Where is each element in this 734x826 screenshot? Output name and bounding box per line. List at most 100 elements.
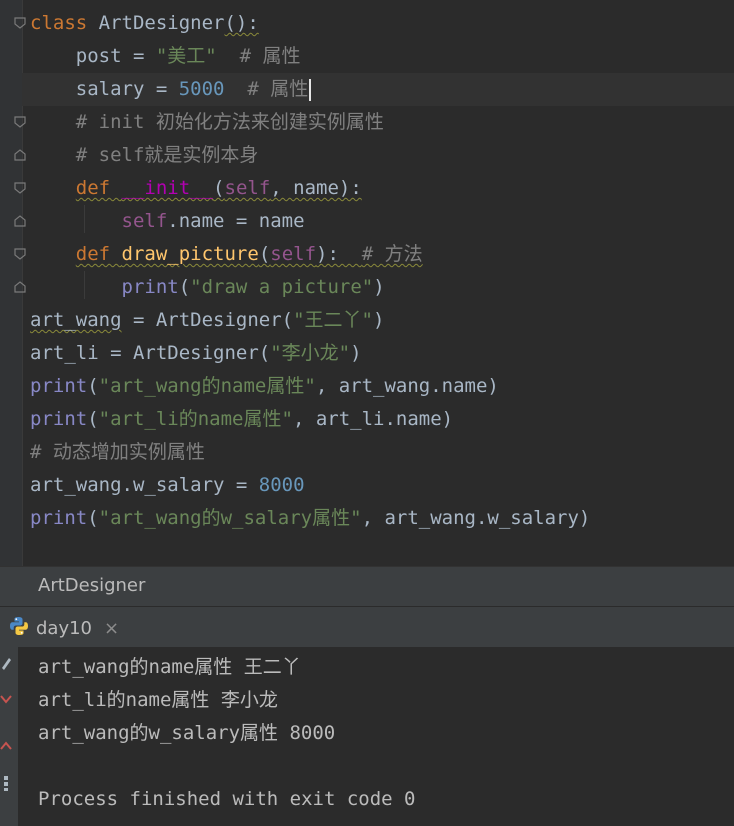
code-token: art_wang xyxy=(30,309,122,331)
code-token: class xyxy=(30,12,99,34)
fold-marker-icon[interactable] xyxy=(14,215,26,227)
code-token: ( xyxy=(258,243,271,265)
breadcrumb[interactable]: ArtDesigner xyxy=(38,575,145,596)
text-caret xyxy=(309,78,312,101)
arrow-icon[interactable] xyxy=(0,737,12,753)
code-token: draw_picture xyxy=(121,243,259,265)
code-token: .name = name xyxy=(167,210,305,232)
code-token: ( xyxy=(178,276,191,298)
code-token: ) xyxy=(373,309,385,331)
code-line[interactable]: print("art_wang的w_salary属性", art_wang.w_… xyxy=(30,502,734,535)
code-token: ) xyxy=(373,276,385,298)
code-token: ( xyxy=(213,177,225,199)
fold-marker-icon[interactable] xyxy=(14,116,26,128)
code-token: self xyxy=(121,210,168,232)
fold-marker-icon[interactable] xyxy=(14,17,26,29)
console-toolbar xyxy=(0,647,18,826)
code-token: (): xyxy=(224,12,259,34)
edit-icon[interactable] xyxy=(0,655,12,671)
code-token: "art_li的name属性" xyxy=(98,408,293,430)
code-token: print xyxy=(121,276,179,298)
code-token: , art_li.name) xyxy=(292,408,454,430)
code-token: "李小龙" xyxy=(270,342,351,364)
close-icon[interactable]: × xyxy=(104,618,119,639)
code-line[interactable]: class ArtDesigner(): xyxy=(30,7,734,40)
console-line: Process finished with exit code 0 xyxy=(38,788,416,810)
code-line[interactable]: print("art_wang的name属性", art_wang.name) xyxy=(30,370,734,403)
code-token: "art_wang的name属性" xyxy=(98,375,316,397)
code-token: 8000 xyxy=(258,474,305,496)
code-token: art_li = ArtDesigner( xyxy=(30,342,271,364)
code-token: "王二丫" xyxy=(293,309,373,331)
code-token: # 属性 xyxy=(216,45,301,67)
code-token: def xyxy=(75,243,122,265)
code-token: self xyxy=(224,177,271,199)
code-token: art_wang.w_salary = xyxy=(30,474,259,496)
code-line[interactable]: art_li = ArtDesigner("李小龙") xyxy=(30,337,734,370)
code-line[interactable]: # self就是实例本身 xyxy=(30,139,734,172)
code-line[interactable]: self.name = name xyxy=(30,205,734,238)
code-line[interactable]: # init 初始化方法来创建实例属性 xyxy=(30,106,734,139)
run-tab-label: day10 xyxy=(36,617,93,639)
console-line: art_wang的name属性 王二丫 xyxy=(38,656,301,678)
code-editor[interactable]: class ArtDesigner(): post = "美工" # 属性 sa… xyxy=(0,0,734,566)
code-token: ): xyxy=(316,243,362,265)
run-console[interactable]: art_wang的name属性 王二丫 art_li的name属性 李小龙 art_… xyxy=(0,647,734,826)
code-token: "draw a picture" xyxy=(190,276,374,298)
breadcrumb-bar: ArtDesigner xyxy=(0,566,734,607)
code-line[interactable]: art_wang = ArtDesigner("王二丫") xyxy=(30,304,734,337)
code-token: def xyxy=(75,177,122,199)
code-line[interactable]: print("art_li的name属性", art_li.name) xyxy=(30,403,734,436)
fold-marker-icon[interactable] xyxy=(14,182,26,194)
code-token: , art_wang.name) xyxy=(315,375,499,397)
code-line[interactable]: art_wang.w_salary = 8000 xyxy=(30,469,734,502)
code-token: post = xyxy=(30,45,156,67)
console-line: art_li的name属性 李小龙 xyxy=(38,689,278,711)
run-tab-bar: day10 × xyxy=(0,606,734,648)
code-token: = ArtDesigner( xyxy=(121,309,294,331)
code-token: ) xyxy=(350,342,362,364)
fold-marker-icon[interactable] xyxy=(14,149,26,161)
code-token: print xyxy=(30,375,88,397)
code-token: # init 初始化方法来创建实例属性 xyxy=(30,111,384,133)
code-token: # 方法 xyxy=(361,243,423,265)
code-token: print xyxy=(30,507,88,529)
code-token: print xyxy=(30,408,88,430)
code-token: "美工" xyxy=(155,45,217,67)
arrow-icon[interactable] xyxy=(0,692,12,708)
code-lines[interactable]: class ArtDesigner(): post = "美工" # 属性 sa… xyxy=(22,7,734,535)
code-line[interactable]: # 动态增加实例属性 xyxy=(30,436,734,469)
code-line[interactable]: def __init__(self, name): xyxy=(30,172,734,205)
code-token: "art_wang的w_salary属性" xyxy=(98,507,362,529)
code-line[interactable]: print("draw a picture") xyxy=(30,271,734,304)
console-output: art_wang的name属性 王二丫 art_li的name属性 李小龙 art_… xyxy=(38,651,416,816)
code-token: , name): xyxy=(270,177,362,199)
code-token: # self就是实例本身 xyxy=(30,144,259,166)
code-line[interactable]: def draw_picture(self): # 方法 xyxy=(30,238,734,271)
more-icon[interactable] xyxy=(0,775,12,791)
code-line[interactable]: salary = 5000 # 属性 xyxy=(22,73,734,106)
code-token: self xyxy=(270,243,317,265)
run-tab-day10[interactable]: day10 × xyxy=(8,613,119,643)
code-token: ( xyxy=(87,507,99,529)
code-token: # 动态增加实例属性 xyxy=(30,441,205,463)
fold-marker-icon[interactable] xyxy=(14,248,26,260)
console-line: art_wang的w_salary属性 8000 xyxy=(38,722,336,744)
code-token: 5000 xyxy=(178,78,225,100)
fold-marker-icon[interactable] xyxy=(14,281,26,293)
code-token: ( xyxy=(87,375,99,397)
code-token: salary = xyxy=(30,78,179,100)
code-token: # 属性 xyxy=(224,78,309,100)
code-token: ArtDesigner xyxy=(98,12,225,34)
code-line[interactable]: post = "美工" # 属性 xyxy=(30,40,734,73)
code-token: ( xyxy=(87,408,99,430)
editor-gutter[interactable] xyxy=(0,0,26,566)
code-token: , art_wang.w_salary) xyxy=(361,507,591,529)
code-token: __init__ xyxy=(121,177,214,199)
python-icon xyxy=(8,615,30,642)
